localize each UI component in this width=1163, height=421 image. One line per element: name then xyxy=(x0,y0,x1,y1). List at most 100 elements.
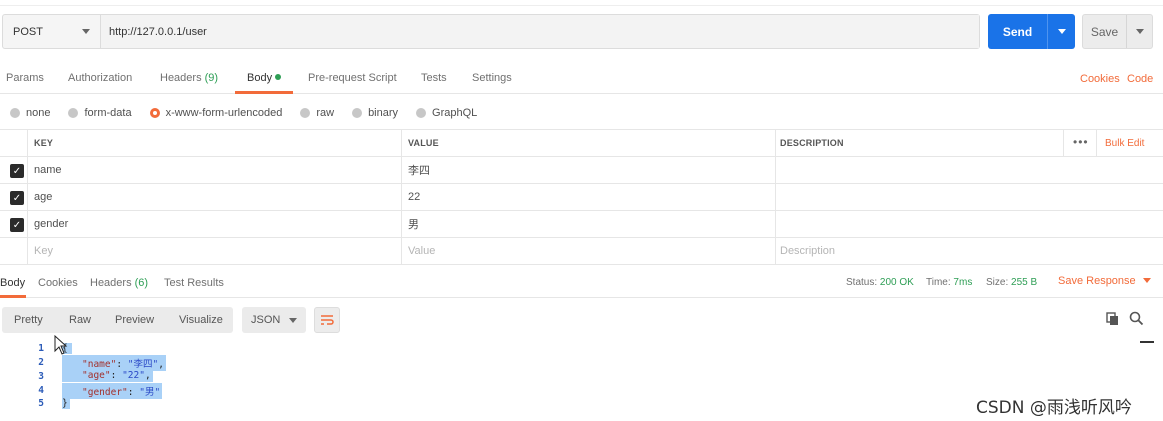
column-divider xyxy=(401,157,402,183)
copy-icon[interactable] xyxy=(1106,312,1120,326)
row-key-cell[interactable]: age xyxy=(34,184,52,210)
body-type-options: none form-data x-www-form-urlencoded raw… xyxy=(10,105,495,121)
chevron-down-icon xyxy=(1142,278,1151,283)
radio-urlencoded-label: x-www-form-urlencoded xyxy=(165,107,283,119)
radio-urlencoded[interactable]: x-www-form-urlencoded xyxy=(149,107,283,119)
time-readout: Time: 7ms xyxy=(926,277,972,288)
row-value-cell[interactable]: 22 xyxy=(408,184,420,210)
table-row: ✓ name 李四 xyxy=(0,157,1163,184)
send-label: Send xyxy=(1002,24,1033,39)
send-options-button[interactable] xyxy=(1047,14,1075,49)
headers-count: (9) xyxy=(204,72,219,84)
column-header-key: KEY xyxy=(34,138,54,148)
code-line-gender: "gender": "男" xyxy=(62,383,163,399)
row-checkbox[interactable]: ✓ xyxy=(10,164,24,178)
row-key-cell[interactable]: name xyxy=(34,157,62,183)
radio-circle-icon xyxy=(352,108,363,118)
radio-circle-icon xyxy=(300,108,311,118)
save-response-button[interactable]: Save Response xyxy=(1058,275,1151,287)
new-description-input[interactable]: Description xyxy=(780,238,835,264)
chevron-down-icon xyxy=(289,317,297,323)
tab-params[interactable]: Params xyxy=(6,72,44,84)
table-row: ✓ gender 男 xyxy=(0,211,1163,238)
response-tab-cookies[interactable]: Cookies xyxy=(38,277,78,289)
radio-raw-label: raw xyxy=(316,107,335,119)
cookies-link[interactable]: Cookies xyxy=(1080,73,1120,85)
radio-binary[interactable]: binary xyxy=(352,107,398,119)
save-button[interactable]: Save xyxy=(1082,14,1153,49)
row-value-cell[interactable]: 男 xyxy=(408,211,419,237)
tab-prerequest-script[interactable]: Pre-request Script xyxy=(308,72,397,84)
column-header-description: DESCRIPTION xyxy=(780,138,844,148)
view-pretty-button[interactable]: Pretty xyxy=(14,307,43,333)
radio-none-label: none xyxy=(26,107,51,119)
code-link[interactable]: Code xyxy=(1127,73,1153,85)
editor-scroll-indicator[interactable] xyxy=(1140,341,1154,343)
new-key-input[interactable]: Key xyxy=(34,238,53,264)
method-select[interactable]: POST xyxy=(3,15,101,48)
line-number: 1 xyxy=(38,343,44,354)
column-divider xyxy=(775,184,776,210)
code-line-age: "age": "22", xyxy=(62,369,153,382)
wrap-lines-icon xyxy=(321,315,334,325)
body-params-table: KEY VALUE DESCRIPTION ••• Bulk Edit ✓ na… xyxy=(0,129,1163,265)
view-preview-button[interactable]: Preview xyxy=(115,307,154,333)
radio-form-data[interactable]: form-data xyxy=(68,107,132,119)
radio-raw[interactable]: raw xyxy=(300,107,334,119)
size-label: Size: xyxy=(986,277,1009,288)
status-label: Status: xyxy=(846,277,878,288)
row-checkbox[interactable]: ✓ xyxy=(10,218,24,232)
save-options-button[interactable] xyxy=(1126,15,1152,48)
tab-headers[interactable]: Headers (9) xyxy=(160,72,218,84)
column-divider xyxy=(775,211,776,237)
table-row: ✓ age 22 xyxy=(0,184,1163,211)
json-key-age: "age" xyxy=(82,370,111,381)
row-key-cell[interactable]: gender xyxy=(34,211,68,237)
format-label: JSON xyxy=(251,314,281,326)
row-checkbox[interactable]: ✓ xyxy=(10,191,24,205)
table-row-new: Key Value Description xyxy=(0,238,1163,265)
new-value-input[interactable]: Value xyxy=(408,238,435,264)
search-icon[interactable] xyxy=(1129,311,1144,326)
request-bar: POST http://127.0.0.1/user xyxy=(2,14,980,49)
chevron-down-icon xyxy=(1057,29,1066,34)
view-raw-button[interactable]: Raw xyxy=(69,307,91,333)
bulk-edit-link[interactable]: Bulk Edit xyxy=(1105,130,1144,156)
view-mode-group: Pretty Raw Preview Visualize xyxy=(2,307,233,333)
json-key-gender: "gender" xyxy=(82,387,128,398)
response-tab-headers[interactable]: Headers (6) xyxy=(90,277,148,289)
radio-none[interactable]: none xyxy=(10,107,50,119)
radio-binary-label: binary xyxy=(368,107,399,119)
column-divider xyxy=(775,157,776,183)
radio-circle-icon xyxy=(68,108,79,118)
column-divider xyxy=(401,184,402,210)
tab-tests[interactable]: Tests xyxy=(421,72,447,84)
tab-body[interactable]: Body xyxy=(247,72,282,84)
active-tab-underline xyxy=(235,91,293,94)
response-tab-body[interactable]: Body xyxy=(0,277,25,289)
tab-settings[interactable]: Settings xyxy=(472,72,512,84)
column-header-value: VALUE xyxy=(408,138,439,148)
size-readout: Size: 255 B xyxy=(986,277,1037,288)
table-header-row: KEY VALUE DESCRIPTION ••• Bulk Edit xyxy=(0,130,1163,157)
row-value-cell[interactable]: 李四 xyxy=(408,157,430,183)
top-border xyxy=(0,0,1163,6)
url-input[interactable]: http://127.0.0.1/user xyxy=(101,15,979,48)
request-tabs: Params Authorization Headers (9) Body Pr… xyxy=(0,66,1163,94)
tab-authorization[interactable]: Authorization xyxy=(68,72,132,84)
radio-graphql[interactable]: GraphQL xyxy=(416,107,477,119)
more-options-icon[interactable]: ••• xyxy=(1073,136,1089,148)
format-select[interactable]: JSON xyxy=(242,307,306,333)
wrap-lines-button[interactable] xyxy=(314,307,340,333)
view-visualize-button[interactable]: Visualize xyxy=(179,307,223,333)
column-divider xyxy=(27,184,28,210)
status-readout: Status: 200 OK xyxy=(846,277,914,288)
response-headers-label: Headers xyxy=(90,277,132,289)
response-tab-test-results[interactable]: Test Results xyxy=(164,277,224,289)
column-divider xyxy=(27,157,28,183)
time-label: Time: xyxy=(926,277,951,288)
send-button[interactable]: Send xyxy=(988,14,1075,49)
radio-circle-icon xyxy=(10,108,20,118)
chevron-down-icon xyxy=(82,29,90,34)
column-divider xyxy=(401,211,402,237)
